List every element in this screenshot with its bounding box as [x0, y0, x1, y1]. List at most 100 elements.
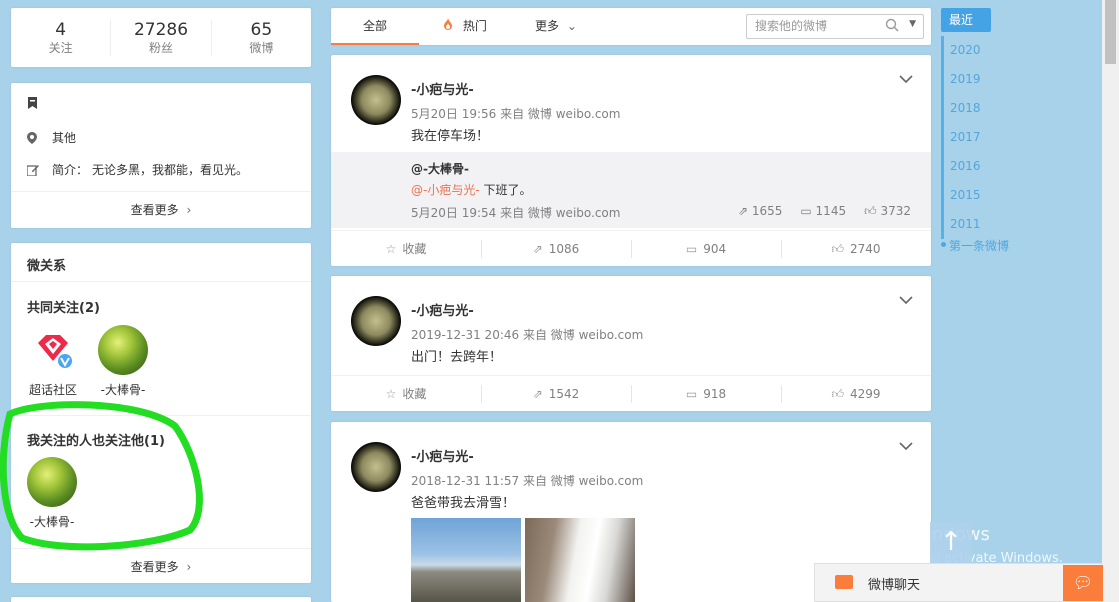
dabanggu-avatar	[98, 325, 148, 375]
post-author[interactable]: -小疤与光-	[411, 300, 474, 319]
post-menu-chevron-icon[interactable]	[899, 438, 913, 454]
comment-button[interactable]: ▭ 918	[631, 376, 781, 411]
timeline-first-post[interactable]: 第一条微博	[941, 237, 1061, 254]
stat-followers-label: 粉丝	[148, 40, 173, 55]
thumbs-up-icon: 👍︎	[864, 204, 881, 218]
repost-text: @-小疤与光- 下班了。	[411, 181, 532, 198]
post-meta[interactable]: 5月20日 19:56 来自 微博 weibo.com	[411, 105, 620, 122]
repost-comment[interactable]: ▭ 1145	[800, 204, 846, 219]
post-meta[interactable]: 2018-12-31 11:57 来自 微博 weibo.com	[411, 472, 643, 489]
post-menu-chevron-icon[interactable]	[899, 292, 913, 308]
divider	[11, 281, 311, 282]
location-text: 其他	[52, 131, 77, 145]
like-button[interactable]: 👍︎ 4299	[781, 376, 931, 411]
repost-button[interactable]: ⇗ 1542	[481, 376, 631, 411]
timeline-year[interactable]: 2017	[941, 123, 1061, 152]
bookmark-icon	[27, 97, 39, 109]
stat-following-label: 关注	[48, 40, 73, 55]
repost-comment-count: 1145	[815, 204, 847, 218]
share-icon: ⇗	[737, 204, 752, 218]
also-follow-title: 我关注的人也关注他(1)	[27, 434, 165, 449]
also-follow-dabanggu[interactable]: -大棒骨-	[22, 457, 82, 530]
thumbs-up-icon: 👍︎	[831, 242, 844, 256]
post-text: 出门！去跨年！	[411, 350, 503, 365]
timeline-year[interactable]: 2019	[941, 65, 1061, 94]
timeline-year[interactable]: 2020	[941, 36, 1061, 65]
post-author[interactable]: -小疤与光-	[411, 79, 474, 98]
repost-body: 下班了。	[479, 183, 532, 197]
stat-following[interactable]: 4 关注	[11, 19, 112, 56]
fav-button[interactable]: ☆ 收藏	[331, 231, 481, 266]
comment-count: 918	[703, 387, 727, 401]
timeline-year[interactable]: 2016	[941, 152, 1061, 181]
author-avatar[interactable]	[351, 75, 401, 125]
relations-more-link[interactable]: 查看更多 ›	[11, 548, 311, 584]
stat-posts[interactable]: 65 微博	[212, 20, 311, 56]
tab-all[interactable]: 全部	[331, 8, 419, 45]
stat-posts-label: 微博	[249, 40, 274, 55]
page-scrollbar[interactable]	[1102, 0, 1119, 602]
common-follow-supertopic[interactable]: 超话社区	[23, 325, 83, 398]
chevron-down-icon: ⌄	[566, 19, 577, 33]
common-follow-dabanggu[interactable]: -大棒骨-	[93, 325, 153, 398]
author-avatar[interactable]	[351, 442, 401, 492]
fav-button[interactable]: ☆ 收藏	[331, 376, 481, 411]
post-menu-chevron-icon[interactable]	[899, 71, 913, 87]
divider	[11, 415, 311, 416]
repost-box: @-大棒骨- @-小疤与光- 下班了。 5月20日 19:54 来自 微博 we…	[331, 152, 931, 228]
post-photo-mountain[interactable]	[411, 518, 521, 602]
repost-forward[interactable]: ⇗ 1655	[738, 204, 782, 219]
search-input[interactable]	[755, 19, 875, 33]
star-icon: ☆	[385, 242, 397, 256]
search-dropdown-icon[interactable]: ▼	[909, 19, 916, 29]
fav-label: 收藏	[402, 387, 427, 401]
repost-like[interactable]: 👍︎ 3732	[864, 204, 911, 219]
repost-forward-count: 1655	[751, 204, 783, 218]
share-icon: ⇗	[532, 242, 543, 256]
timeline-year[interactable]: 2011	[941, 210, 1061, 239]
stat-following-count: 4	[55, 19, 67, 40]
post-author[interactable]: -小疤与光-	[411, 446, 474, 465]
flame-icon	[443, 18, 457, 33]
tab-hot-label: 热门	[462, 19, 487, 33]
bio-text: 无论多黑，我都能，看见光。	[92, 163, 249, 177]
search-box: ▼	[746, 14, 924, 39]
search-icon[interactable]	[885, 18, 899, 35]
post-card: -小疤与光- 5月20日 19:56 来自 微博 weibo.com 我在停车场…	[331, 55, 931, 266]
tab-more[interactable]: 更多 ⌄	[535, 8, 577, 45]
repost-meta[interactable]: 5月20日 19:54 来自 微博 weibo.com	[411, 204, 620, 221]
like-count: 4299	[850, 387, 881, 401]
stat-followers[interactable]: 27286 粉丝	[111, 19, 212, 56]
comment-icon: ▭	[685, 387, 698, 401]
location-row: 其他	[27, 129, 76, 146]
author-avatar[interactable]	[351, 296, 401, 346]
repost-mention[interactable]: @-小疤与光-	[411, 183, 480, 197]
bio-label: 简介：	[52, 163, 89, 177]
chevron-right-icon: ›	[186, 203, 192, 217]
repost-button[interactable]: ⇗ 1086	[481, 231, 631, 266]
repost-stats: ⇗ 1655 ▭ 1145 👍︎ 3732	[738, 204, 911, 219]
repost-author[interactable]: @-大棒骨-	[411, 160, 469, 177]
info-more-link[interactable]: 查看更多 ›	[11, 191, 311, 227]
like-button[interactable]: 👍︎ 2740	[781, 231, 931, 266]
timeline-year[interactable]: 2015	[941, 181, 1061, 210]
post-photo-ski-slope[interactable]	[525, 518, 635, 602]
chat-open-button[interactable]: 💬︎	[1063, 565, 1103, 601]
fav-label: 收藏	[402, 242, 427, 256]
timeline-latest[interactable]: 最近	[941, 8, 991, 32]
arrow-up-icon: ↑	[940, 527, 962, 557]
chat-bubble-icon: 💬︎	[1072, 573, 1094, 592]
timeline-year[interactable]: 2018	[941, 94, 1061, 123]
chevron-right-icon: ›	[186, 560, 192, 574]
chat-bar[interactable]: 微博聊天 💬︎	[814, 563, 1103, 602]
tab-hot[interactable]: 热门	[443, 8, 487, 45]
comment-icon: ▭	[685, 242, 698, 256]
relations-title: 微关系	[27, 259, 67, 274]
post-meta[interactable]: 2019-12-31 20:46 来自 微博 weibo.com	[411, 326, 643, 343]
share-icon: ⇗	[532, 387, 543, 401]
back-to-top-button[interactable]: ↑	[930, 522, 972, 564]
location-pin-icon	[27, 131, 39, 144]
comment-button[interactable]: ▭ 904	[631, 231, 781, 266]
scrollbar-thumb[interactable]	[1105, 0, 1116, 64]
mail-icon	[835, 575, 853, 589]
